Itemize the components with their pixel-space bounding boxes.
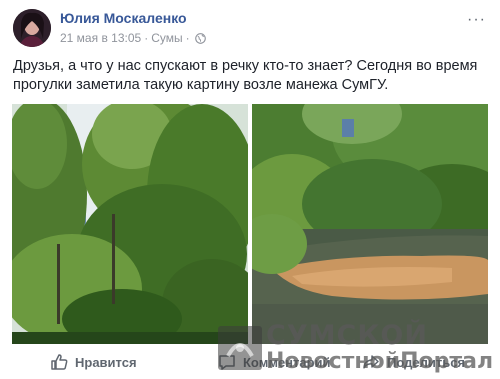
post-location[interactable]: Сумы xyxy=(151,31,182,45)
like-label: Нравится xyxy=(75,354,137,370)
photo-river-discharge[interactable] xyxy=(252,104,488,344)
facebook-post: Юлия Москаленко 21 мая в 13:05 · Сумы · … xyxy=(0,0,500,379)
post-meta: 21 мая в 13:05 · Сумы · xyxy=(60,31,206,45)
post-date[interactable]: 21 мая в 13:05 xyxy=(60,31,141,45)
thumbs-up-icon xyxy=(51,354,68,370)
share-label: Поделиться xyxy=(387,354,466,370)
globe-icon[interactable] xyxy=(194,32,206,44)
share-button[interactable]: Поделиться xyxy=(362,353,465,371)
comment-icon xyxy=(219,355,235,370)
author-name[interactable]: Юлия Москаленко xyxy=(60,10,187,26)
like-button[interactable]: Нравится xyxy=(50,353,137,371)
more-options-button[interactable]: ··· xyxy=(467,11,486,29)
photo-trees[interactable] xyxy=(12,104,248,344)
avatar[interactable] xyxy=(13,9,51,47)
meta-separator: · xyxy=(144,31,149,45)
meta-separator: · xyxy=(185,31,190,45)
share-arrow-icon xyxy=(363,355,379,369)
post-actions-bar: Нравится Комментарий Поделиться xyxy=(0,347,500,379)
comment-button[interactable]: Комментарий xyxy=(218,353,331,371)
post-text: Друзья, а что у нас спускают в речку кто… xyxy=(13,58,478,93)
comment-label: Комментарий xyxy=(243,354,331,370)
